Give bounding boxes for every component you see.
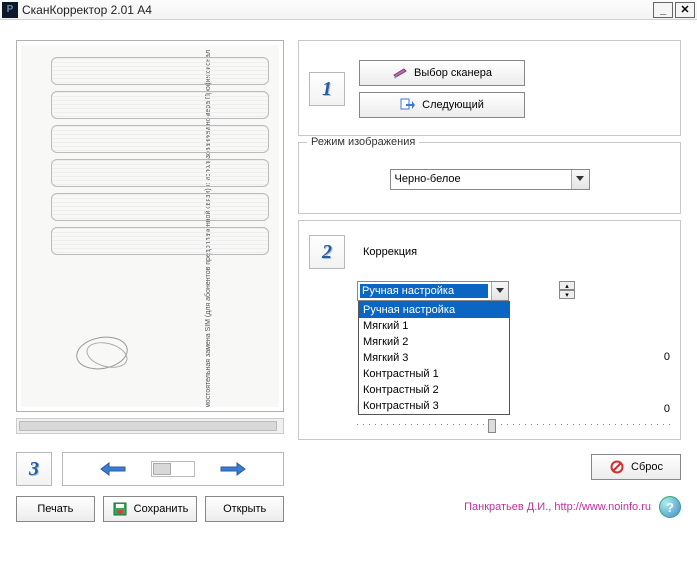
spin-down-icon[interactable]: ▾ [559, 290, 575, 299]
hidden-slider-value: 0 [664, 351, 670, 363]
spinner[interactable]: ▴ ▾ [559, 281, 575, 299]
next-scan-button[interactable]: Следующий [359, 92, 525, 118]
correction-group: 2 Коррекция Ручная настройка Ручная наст… [298, 220, 681, 440]
arrow-left-icon [99, 461, 127, 477]
step-3-badge: 3 [16, 452, 52, 486]
page-next-button[interactable] [211, 458, 255, 480]
correction-preset-selected: Ручная настройка [360, 284, 488, 298]
help-button[interactable]: ? [659, 496, 681, 518]
reset-label: Сброс [631, 461, 663, 473]
dd-item[interactable]: Мягкий 1 [359, 318, 509, 334]
dd-item[interactable]: Мягкий 2 [359, 334, 509, 350]
select-scanner-label: Выбор сканера [414, 67, 492, 79]
step-2-badge: 2 [309, 235, 345, 269]
minimize-button[interactable]: _ [653, 2, 673, 18]
prohibit-icon [609, 459, 625, 475]
save-label: Сохранить [134, 503, 189, 515]
chevron-down-icon [571, 170, 589, 189]
arrow-right-icon [219, 461, 247, 477]
save-button[interactable]: Сохранить [103, 496, 198, 522]
select-scanner-button[interactable]: Выбор сканера [359, 60, 525, 86]
titlebar: P СканКорректор 2.01 A4 _ ✕ [0, 0, 697, 20]
open-button[interactable]: Открыть [205, 496, 284, 522]
correction-preset-combo[interactable]: Ручная настройка Ручная настройка Мягкий… [357, 281, 509, 301]
correction-legend: Коррекция [363, 246, 417, 258]
dd-item[interactable]: Контрастный 3 [359, 398, 509, 414]
credit-text: Панкратьев Д.И., http://www.noinfo.ru [464, 501, 651, 513]
page-slider[interactable] [151, 461, 195, 477]
close-button[interactable]: ✕ [675, 2, 695, 18]
dd-item[interactable]: Мягкий 3 [359, 350, 509, 366]
contrast-slider[interactable] [357, 415, 670, 435]
print-label: Печать [37, 503, 73, 515]
spin-up-icon[interactable]: ▴ [559, 281, 575, 290]
image-mode-legend: Режим изображения [307, 136, 419, 148]
correction-preset-dropdown[interactable]: Ручная настройка Мягкий 1 Мягкий 2 Мягки… [358, 301, 510, 415]
contrast-value: 0 [640, 403, 670, 415]
open-label: Открыть [223, 503, 266, 515]
scanner-icon [392, 65, 408, 81]
scanner-group: 1 Выбор сканера Следующий [298, 40, 681, 136]
scan-preview[interactable]: Самостоятельная замена SIM (для абоненто… [21, 45, 279, 407]
preview-frame: Самостоятельная замена SIM (для абоненто… [16, 40, 284, 412]
step-1-badge: 1 [309, 72, 345, 106]
reset-button[interactable]: Сброс [591, 454, 681, 480]
dd-item[interactable]: Ручная настройка [359, 302, 509, 318]
signature-stamp [76, 337, 146, 377]
app-icon: P [2, 2, 18, 18]
dd-item[interactable]: Контрастный 2 [359, 382, 509, 398]
print-button[interactable]: Печать [16, 496, 95, 522]
image-mode-value: Черно-белое [395, 173, 461, 185]
next-icon [400, 97, 416, 113]
image-mode-group: Режим изображения Черно-белое [298, 142, 681, 214]
image-mode-select[interactable]: Черно-белое [390, 169, 590, 190]
preview-scrollbar[interactable] [16, 418, 284, 434]
next-scan-label: Следующий [422, 99, 484, 111]
dd-item[interactable]: Контрастный 1 [359, 366, 509, 382]
save-icon [112, 501, 128, 517]
chevron-down-icon [491, 282, 508, 300]
page-prev-button[interactable] [91, 458, 135, 480]
window-title: СканКорректор 2.01 A4 [22, 3, 651, 17]
